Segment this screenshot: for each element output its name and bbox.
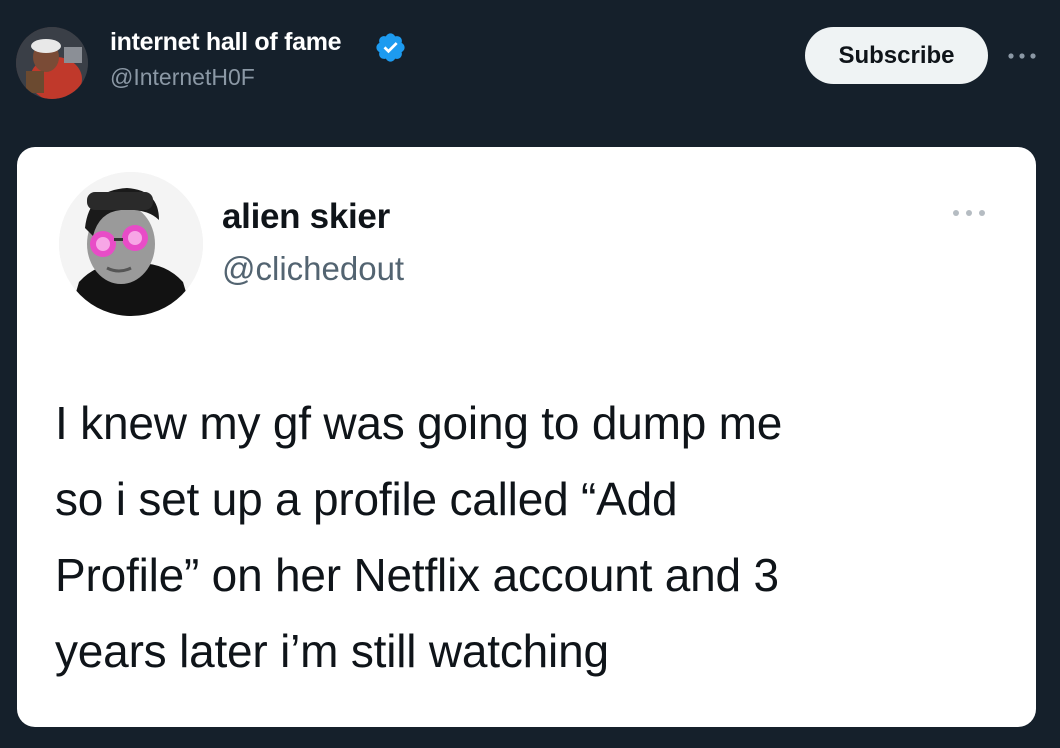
embedded-display-name: alien skier bbox=[222, 197, 390, 236]
verified-badge-icon bbox=[374, 31, 407, 64]
embedded-avatar bbox=[59, 172, 203, 316]
embedded-tweet-image[interactable]: alien skier @clichedout I knew my gf was… bbox=[17, 147, 1036, 727]
tweet-text-line: Profile” on her Netflix account and 3 bbox=[55, 549, 779, 601]
more-horizontal-icon[interactable] bbox=[1002, 36, 1042, 76]
handle[interactable]: @InternetH0F bbox=[110, 64, 255, 91]
tweet-text: I knew my gf was going to dump me so i s… bbox=[55, 385, 1015, 689]
embedded-handle: @clichedout bbox=[222, 250, 405, 287]
embedded-more-icon bbox=[949, 203, 989, 223]
subscribe-button[interactable]: Subscribe bbox=[805, 27, 988, 84]
display-name[interactable]: internet hall of fame bbox=[110, 28, 342, 57]
post-header: internet hall of fame @InternetH0F Subsc… bbox=[0, 0, 1060, 120]
tweet-text-line: years later i’m still watching bbox=[55, 625, 609, 677]
avatar[interactable] bbox=[16, 27, 88, 99]
tweet-text-line: I knew my gf was going to dump me bbox=[55, 397, 783, 449]
tweet-text-line: so i set up a profile called “Add bbox=[55, 473, 678, 525]
